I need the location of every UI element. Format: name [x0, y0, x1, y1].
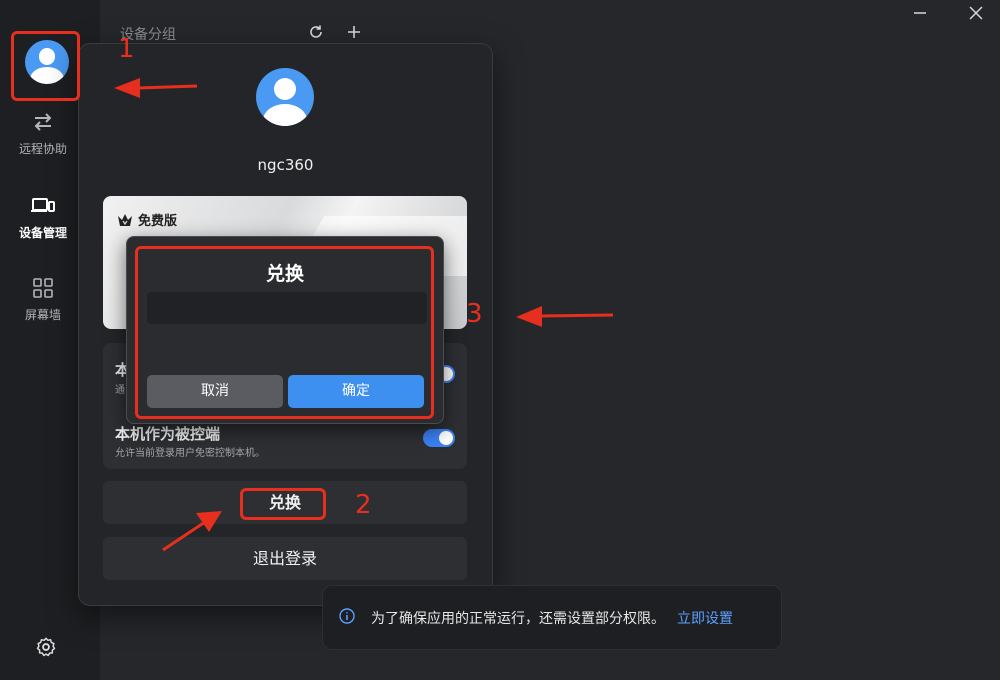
annotation-arrow-1 [114, 78, 198, 98]
permission-notice: 为了确保应用的正常运行，还需设置部分权限。 立即设置 [322, 585, 782, 650]
annotation-arrow-3 [516, 306, 614, 327]
annotation-arrow-2 [162, 511, 222, 552]
notice-text-row: 为了确保应用的正常运行，还需设置部分权限。 立即设置 [371, 608, 733, 628]
info-icon [339, 608, 355, 624]
notice-message: 为了确保应用的正常运行，还需设置部分权限。 [371, 611, 665, 627]
annotation-arrows [114, 78, 614, 552]
setup-now-link[interactable]: 立即设置 [677, 611, 733, 627]
